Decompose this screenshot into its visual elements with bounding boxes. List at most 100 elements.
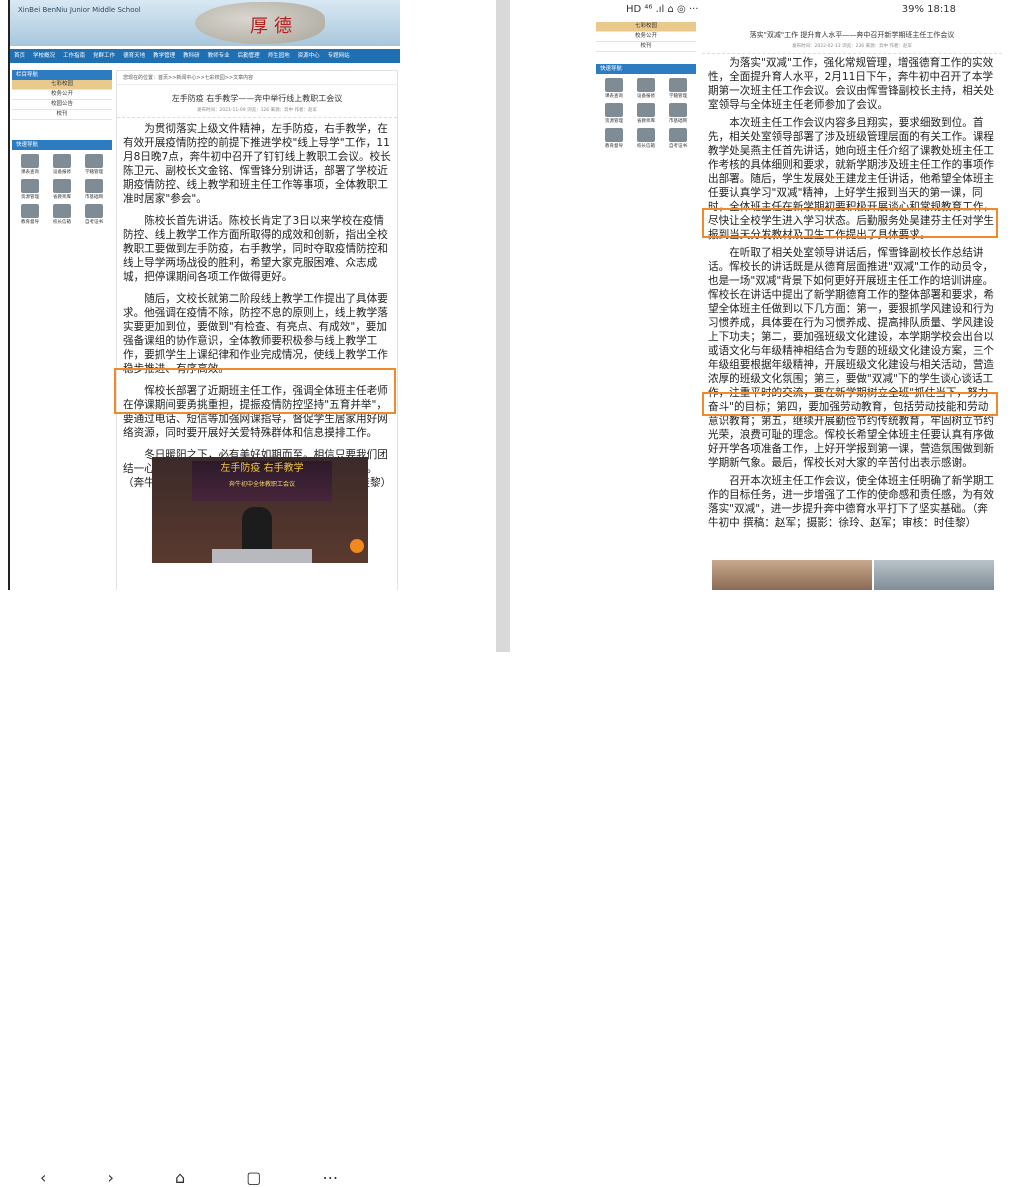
quick-nav-label: 教育督导 bbox=[21, 220, 39, 225]
quick-nav-item[interactable]: 教育督导 bbox=[598, 128, 630, 149]
quick-nav-item[interactable]: 课表查询 bbox=[598, 78, 630, 99]
article-photo[interactable]: 左手防疫 右手教学 奔牛初中全体教职工会议 bbox=[152, 457, 368, 563]
quick-nav-item[interactable]: 校长信箱 bbox=[630, 128, 662, 149]
site-header: XinBei BenNiu Junior Middle School 厚德 bbox=[10, 0, 400, 46]
quick-nav-item[interactable]: 省教师库 bbox=[46, 179, 78, 200]
bottom-nav-icons[interactable]: ‹ › ⌂ ▢ ⋯ bbox=[40, 1168, 366, 1187]
quick-nav-label: 自考证书 bbox=[669, 144, 687, 149]
photo-banner-title: 左手防疫 右手教学 bbox=[220, 463, 304, 474]
quick-nav-label: 校长信箱 bbox=[53, 220, 71, 225]
quick-nav-label: 教育督导 bbox=[605, 144, 623, 149]
float-action-button[interactable] bbox=[350, 539, 364, 553]
quick-nav-label: 自考证书 bbox=[85, 220, 103, 225]
quick-nav-icon bbox=[637, 103, 655, 117]
nav-item[interactable]: 后勤管理 bbox=[234, 49, 264, 63]
quick-nav-item[interactable]: 学籍管理 bbox=[78, 154, 110, 175]
panel-divider bbox=[496, 0, 510, 652]
quick-nav-icon bbox=[605, 128, 623, 142]
highlight-box bbox=[114, 368, 396, 414]
sidebar-item[interactable]: 校务公开 bbox=[596, 32, 696, 42]
header-calligraphy: 厚德 bbox=[250, 16, 298, 37]
quick-nav-title: 快速导航 bbox=[12, 140, 112, 150]
quick-nav-item[interactable]: 市基础网 bbox=[662, 103, 694, 124]
article-meta: 发布时间：2021-11-09 浏览：126 来源：奔中 作者：赵军 bbox=[117, 107, 397, 118]
quick-nav-icon bbox=[605, 78, 623, 92]
quick-nav-item[interactable]: 资源管理 bbox=[598, 103, 630, 124]
status-left: HD ⁴⁶ .ıl ⌂ ◎ ··· bbox=[626, 4, 699, 15]
browser-bottom-bar: ‹ › ⌂ ▢ ⋯ bbox=[10, 590, 400, 1187]
quick-nav-item[interactable]: 学籍管理 bbox=[662, 78, 694, 99]
nav-item[interactable]: 资源中心 bbox=[294, 49, 324, 63]
quick-nav-icon bbox=[669, 103, 687, 117]
quick-nav-item[interactable]: 设备报修 bbox=[630, 78, 662, 99]
sidebar-item[interactable]: 校园公告 bbox=[12, 100, 112, 110]
quick-nav-icon bbox=[53, 179, 71, 193]
article-panel: 落实"双减"工作 提升育人水平——奔中召开新学期班主任工作会议 发布时间：202… bbox=[702, 22, 1002, 590]
nav-item[interactable]: 教学管理 bbox=[149, 49, 179, 63]
nav-item[interactable]: 专题网站 bbox=[324, 49, 354, 63]
quick-nav-item[interactable]: 校长信箱 bbox=[46, 204, 78, 225]
quick-nav-icon bbox=[21, 154, 39, 168]
quick-nav-icon bbox=[85, 154, 103, 168]
article-paragraph: 为落实"双减"工作，强化常规管理，增强德育工作的实效性，全面提升育人水平，2月1… bbox=[708, 57, 995, 111]
quick-nav-label: 课表查询 bbox=[21, 170, 39, 175]
quick-nav-label: 课表查询 bbox=[605, 94, 623, 99]
article-paragraph: 召开本次班主任工作会议，使全体班主任明确了新学期工作的目标任务，进一步增强了工作… bbox=[708, 475, 995, 529]
quick-nav-item[interactable]: 设备报修 bbox=[46, 154, 78, 175]
quick-nav-label: 市基础网 bbox=[85, 195, 103, 200]
article-paragraph: 在听取了相关处室领导讲话后，恽雪锋副校长作总结讲话。恽校长的讲话既是从德育层面推… bbox=[708, 247, 995, 469]
quick-nav-label: 资源管理 bbox=[605, 119, 623, 124]
quick-nav-icon bbox=[85, 204, 103, 218]
nav-item[interactable]: 学校概况 bbox=[29, 49, 59, 63]
quick-nav-item[interactable]: 资源管理 bbox=[14, 179, 46, 200]
nav-item[interactable]: 党群工作 bbox=[89, 49, 119, 63]
quick-nav-icon bbox=[53, 154, 71, 168]
article-title: 左手防疫 右手教学——奔中举行线上教职工会议 bbox=[171, 94, 343, 103]
article-photo[interactable] bbox=[712, 560, 872, 590]
sidebar-item[interactable]: 校刊 bbox=[596, 42, 696, 52]
sidebar-title: 栏目导航 bbox=[12, 70, 112, 80]
breadcrumb: 您现在的位置：首页>>新闻中心>>七彩校园>>文章内容 bbox=[117, 71, 397, 85]
right-sidebar: 七彩校园 校务公开 校刊 快速导航 课表查询 设备报修 学籍管理 资源管理 省教师库 市基础网… bbox=[596, 22, 696, 153]
quick-nav-icon bbox=[669, 78, 687, 92]
article-title: 落实"双减"工作 提升育人水平——奔中召开新学期班主任工作会议 bbox=[749, 31, 955, 39]
left-sidebar: 栏目导航 七彩校园 校务公开 校园公告 校刊 快速导航 课表查询 设备报修 学籍管理资源管… bbox=[12, 70, 112, 229]
article-paragraph: 随后，文校长就第二阶段线上教学工作提出了具体要求。他强调在疫情不除，防控不息的原… bbox=[123, 293, 388, 375]
school-name: XinBei BenNiu Junior Middle School bbox=[18, 6, 141, 14]
quick-nav-icon bbox=[637, 78, 655, 92]
highlight-box bbox=[702, 392, 998, 416]
quick-nav-item[interactable]: 课表查询 bbox=[14, 154, 46, 175]
quick-nav-item[interactable]: 自考证书 bbox=[662, 128, 694, 149]
nav-item[interactable]: 首页 bbox=[10, 49, 29, 63]
quick-nav-icon bbox=[85, 179, 103, 193]
article-photo-2[interactable] bbox=[874, 560, 994, 590]
quick-nav-label: 校长信箱 bbox=[637, 144, 655, 149]
sidebar-item[interactable]: 校刊 bbox=[12, 110, 112, 120]
quick-nav-icon bbox=[21, 179, 39, 193]
article-paragraph: 陈校长首先讲话。陈校长肯定了3日以来学校在疫情防控、线上教学工作方面所取得的成效… bbox=[123, 215, 388, 283]
article-panel: 您现在的位置：首页>>新闻中心>>七彩校园>>文章内容 左手防疫 右手教学——奔… bbox=[116, 70, 398, 590]
article-paragraph: 为贯彻落实上级文件精神，左手防疫，右手教学，在有效开展疫情防控的前提下推进学校"… bbox=[123, 123, 391, 205]
quick-nav-label: 学籍管理 bbox=[85, 170, 103, 175]
quick-nav-icon bbox=[637, 128, 655, 142]
quick-nav-label: 资源管理 bbox=[21, 195, 39, 200]
desk bbox=[212, 549, 312, 563]
quick-nav-item[interactable]: 市基础网 bbox=[78, 179, 110, 200]
nav-item[interactable]: 德育天地 bbox=[119, 49, 149, 63]
quick-nav-label: 设备报修 bbox=[53, 170, 71, 175]
nav-item[interactable]: 教科研 bbox=[179, 49, 204, 63]
quick-nav-icon bbox=[21, 204, 39, 218]
nav-item[interactable]: 工作指南 bbox=[59, 49, 89, 63]
highlight-box bbox=[702, 208, 998, 238]
sidebar-item[interactable]: 校务公开 bbox=[12, 90, 112, 100]
quick-nav-label: 市基础网 bbox=[669, 119, 687, 124]
quick-nav-item[interactable]: 省教师库 bbox=[630, 103, 662, 124]
quick-nav-item[interactable]: 教育督导 bbox=[14, 204, 46, 225]
quick-nav-icon bbox=[605, 103, 623, 117]
sidebar-item[interactable]: 七彩校园 bbox=[596, 22, 696, 32]
sidebar-item[interactable]: 七彩校园 bbox=[12, 80, 112, 90]
article-meta: 发布时间：2022-02-13 浏览：236 来源：奔中 作者：赵军 bbox=[702, 43, 1002, 54]
nav-item[interactable]: 教师专业 bbox=[204, 49, 234, 63]
nav-item[interactable]: 师生园地 bbox=[264, 49, 294, 63]
quick-nav-item[interactable]: 自考证书 bbox=[78, 204, 110, 225]
